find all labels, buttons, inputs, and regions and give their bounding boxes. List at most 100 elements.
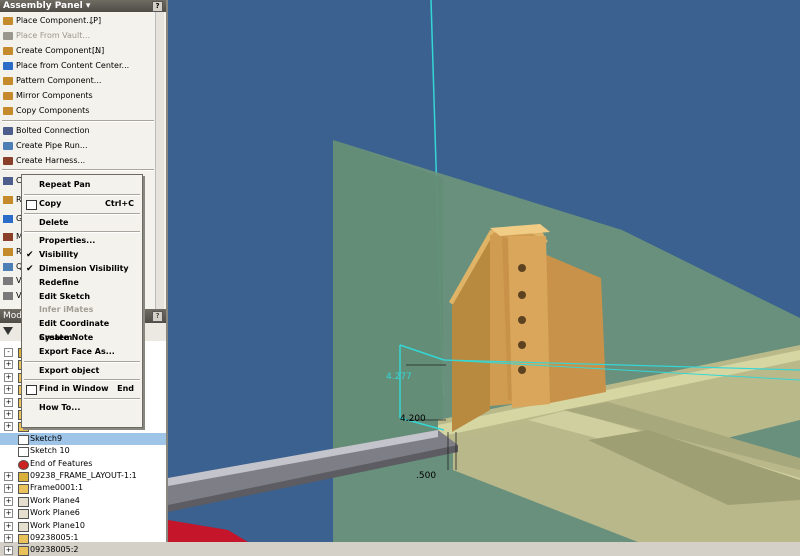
tool-icon xyxy=(3,177,13,185)
expand-toggle[interactable]: + xyxy=(4,472,13,481)
menu-item-label: Export object xyxy=(39,365,100,375)
menu-item-infer-imates[interactable]: Infer iMates xyxy=(22,303,142,317)
menu-item-shortcut: Ctrl+C xyxy=(105,198,134,208)
menu-item-label: Find in Window xyxy=(39,384,109,394)
menu-item-visibility[interactable]: ✔ Visibility xyxy=(22,248,142,262)
menu-item-label: Export Face As... xyxy=(39,346,115,356)
menu-item-label: Dimension Visibility xyxy=(39,264,129,273)
tool-icon xyxy=(3,233,13,241)
expand-toggle[interactable]: + xyxy=(4,496,13,506)
work-plane-icon xyxy=(18,521,29,532)
assembly-panel-help-button[interactable]: ? xyxy=(152,1,163,12)
tree-row[interactable]: +09238005:2 xyxy=(0,544,166,556)
tree-row[interactable]: End of Features xyxy=(0,458,166,470)
tree-row[interactable]: +09238005:1 xyxy=(0,532,166,544)
menu-item-properties[interactable]: Properties... xyxy=(22,234,142,248)
sketch-icon xyxy=(18,447,29,458)
tree-row[interactable]: +09238_FRAME_LAYOUT-1:1 xyxy=(0,470,166,482)
work-plane-icon xyxy=(18,496,29,507)
expand-toggle[interactable]: + xyxy=(4,372,13,382)
menu-item-label: How To... xyxy=(39,403,81,413)
dimension-label-2[interactable]: 4.200 xyxy=(400,414,426,424)
menu-item-how-to[interactable]: How To... xyxy=(22,401,142,415)
filter-icon[interactable] xyxy=(3,327,13,335)
tool-label: Place from Content Center... xyxy=(16,61,130,70)
expand-toggle[interactable]: + xyxy=(4,397,13,407)
tool-create-pipe-run[interactable]: Create Pipe Run... xyxy=(0,139,156,153)
tool-icon xyxy=(3,292,13,300)
menu-item-dimension-visibility[interactable]: ✔ Dimension Visibility xyxy=(22,262,142,276)
tree-label: Frame0001:1 xyxy=(30,483,84,493)
expand-toggle[interactable]: + xyxy=(4,546,13,556)
bolt-hole-4 xyxy=(518,341,526,349)
menu-item-copy[interactable]: Copy Ctrl+C xyxy=(22,197,142,211)
expand-toggle[interactable]: + xyxy=(4,521,13,531)
menu-separator xyxy=(24,360,140,363)
tool-icon xyxy=(3,277,13,285)
menu-separator xyxy=(24,379,140,382)
expand-toggle[interactable]: - xyxy=(4,348,13,357)
tree-row[interactable]: Sketch9 xyxy=(0,432,166,445)
tool-place-from-vault[interactable]: Place From Vault... xyxy=(0,29,156,43)
3d-scene[interactable] xyxy=(168,0,800,542)
graphics-viewport[interactable]: 4.277 4.200 .500 xyxy=(168,0,800,542)
menu-item-label: Visibility xyxy=(39,250,79,260)
menu-separator xyxy=(24,398,140,401)
assembly-panel-title-bar[interactable]: Assembly Panel ▾ ? xyxy=(0,0,166,12)
bolt-hole-3 xyxy=(518,316,526,324)
tree-row[interactable]: + Work Plane6 xyxy=(0,507,166,520)
tool-label: Create Pipe Run... xyxy=(16,141,88,150)
menu-item-edit-coordinate-system[interactable]: Edit Coordinate System xyxy=(22,317,142,342)
tool-icon xyxy=(3,263,13,271)
expand-toggle[interactable]: + xyxy=(4,484,13,494)
expand-toggle[interactable]: + xyxy=(4,422,13,432)
tool-label: Bolted Connection xyxy=(16,126,90,135)
menu-item-export-object[interactable]: Export object xyxy=(22,364,142,378)
pipe-run-icon xyxy=(3,142,13,150)
content-center-icon xyxy=(3,62,13,70)
tree-row[interactable]: + Work Plane4 xyxy=(0,495,166,507)
expand-toggle[interactable]: + xyxy=(4,410,13,419)
menu-item-repeat-pan[interactable]: Repeat Pan xyxy=(22,178,142,192)
menu-item-label: Copy xyxy=(39,198,62,208)
tool-label: Place From Vault... xyxy=(16,31,90,40)
find-icon xyxy=(26,385,37,396)
tool-create-component[interactable]: Create Component... [N] xyxy=(0,44,156,58)
tree-row[interactable]: + Frame0001:1 xyxy=(0,482,166,495)
tool-pattern-component[interactable]: Pattern Component... xyxy=(0,74,156,88)
tool-mirror-components[interactable]: Mirror Components xyxy=(0,89,156,103)
menu-item-create-note[interactable]: Create Note xyxy=(22,331,142,345)
dimension-label-3[interactable]: .500 xyxy=(416,471,436,481)
menu-item-redefine[interactable]: Redefine xyxy=(22,276,142,290)
menu-item-edit-sketch[interactable]: Edit Sketch xyxy=(22,290,142,304)
tool-copy-components[interactable]: Copy Components xyxy=(0,104,156,118)
dimension-label-1[interactable]: 4.277 xyxy=(386,372,412,382)
assembly-panel-title[interactable]: Assembly Panel ▾ xyxy=(3,0,90,12)
menu-item-label: Repeat Pan xyxy=(39,180,91,189)
assembly-panel-scrollbar[interactable] xyxy=(155,12,164,312)
tree-label: Sketch 10 xyxy=(30,446,70,456)
tool-place-from-content-center[interactable]: Place from Content Center... xyxy=(0,59,156,73)
tree-row[interactable]: Sketch 10 xyxy=(0,445,166,458)
tree-label: Sketch9 xyxy=(30,433,63,443)
tree-label: Work Plane10 xyxy=(30,520,85,530)
part-icon xyxy=(18,546,29,556)
menu-item-export-face-as[interactable]: Export Face As... xyxy=(22,345,142,359)
expand-toggle[interactable]: + xyxy=(4,385,13,395)
expand-toggle[interactable]: + xyxy=(4,509,13,519)
part-icon xyxy=(18,484,29,495)
expand-toggle[interactable]: + xyxy=(4,360,13,370)
copy-components-icon xyxy=(3,107,13,115)
model-browser-help-button[interactable]: ? xyxy=(152,311,163,322)
tool-create-harness[interactable]: Create Harness... xyxy=(0,154,156,168)
tool-place-component[interactable]: Place Component... [P] xyxy=(0,14,156,28)
create-component-icon xyxy=(3,47,13,55)
tool-bolted-connection[interactable]: Bolted Connection xyxy=(0,124,156,138)
menu-item-find-in-window[interactable]: Find in Window End xyxy=(22,382,142,396)
work-plane-icon xyxy=(18,509,29,520)
menu-separator xyxy=(24,212,140,215)
menu-item-shortcut: End xyxy=(117,384,134,394)
menu-item-delete[interactable]: Delete xyxy=(22,216,142,230)
menu-item-label: Delete xyxy=(39,217,69,227)
tree-row[interactable]: + Work Plane10 xyxy=(0,520,166,532)
